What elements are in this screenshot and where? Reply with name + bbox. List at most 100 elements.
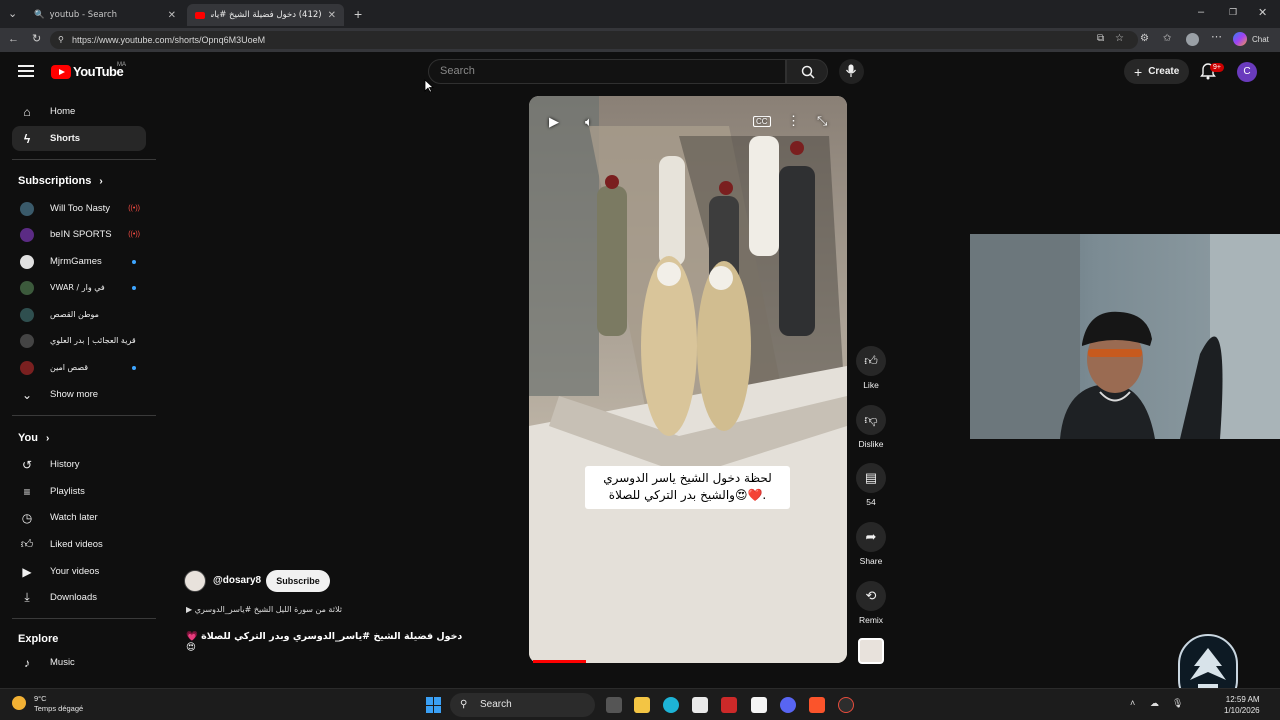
chat-label[interactable]: Chat <box>1252 35 1269 44</box>
sidebar-subscription[interactable]: Will Too Nasty ((•)) <box>12 196 146 221</box>
edge-icon[interactable] <box>663 697 679 713</box>
taskbar-clock[interactable]: 12:59 AM 1/10/2026 <box>1224 694 1260 716</box>
tab-list-chevron-icon[interactable]: ⌄ <box>8 9 17 20</box>
account-avatar[interactable]: C <box>1237 62 1257 82</box>
sound-thumbnail[interactable] <box>858 638 884 664</box>
tray-chevron-icon[interactable]: ˄ <box>1130 698 1135 708</box>
sidebar-item-label: Shorts <box>50 133 81 144</box>
subscriptions-heading[interactable]: Subscriptions › <box>18 175 103 187</box>
task-view-icon[interactable] <box>606 697 622 713</box>
tab-youtube-short[interactable]: (412) دخول فضيلة الشيخ #ياسر_الد ✕ <box>187 4 344 26</box>
search-input[interactable]: Search <box>428 59 786 84</box>
sidebar-subscription[interactable]: VWAR / في وار <box>12 275 146 300</box>
channel-name[interactable]: @dosary8 <box>213 575 261 586</box>
create-button[interactable]: + Create <box>1124 59 1189 84</box>
sidebar-item-shorts[interactable]: ϟ Shorts <box>12 126 146 151</box>
your-videos-icon: ▶ <box>22 564 32 579</box>
play-icon[interactable]: ▶ <box>549 114 559 130</box>
sidebar-item-your-videos[interactable]: ▶ Your videos <box>12 559 146 584</box>
file-explorer-icon[interactable] <box>634 697 650 713</box>
sidebar-item-label: Home <box>50 106 76 117</box>
you-heading[interactable]: You › <box>18 432 49 444</box>
captions-icon[interactable]: CC <box>753 116 771 127</box>
url-field[interactable]: ⚲ https://www.youtube.com/shorts/Opnq6M3… <box>50 31 1138 49</box>
app-install-icon[interactable]: ⧉ <box>1097 34 1104 44</box>
sidebar-subscription[interactable]: قرية العجائب | بدر العلوي <box>12 328 146 353</box>
sidebar-subscription[interactable]: MjrmGames <box>12 249 146 274</box>
history-icon: ↺ <box>21 457 33 472</box>
sidebar-subscription[interactable]: موطن القصص <box>12 302 146 327</box>
extensions-icon[interactable]: ⚙ <box>1140 34 1149 44</box>
weather-widget[interactable]: 9°C Temps dégagé <box>12 694 83 714</box>
back-icon[interactable]: ← <box>8 34 19 45</box>
sidebar-item-liked-videos[interactable]: 👍︎ Liked videos <box>12 532 146 557</box>
favorites-icon[interactable]: ✩ <box>1163 34 1171 44</box>
voice-search-button[interactable] <box>839 59 864 84</box>
subscribe-button[interactable]: Subscribe <box>266 570 330 592</box>
sidebar-item-playlists[interactable]: ≡ Playlists <box>12 479 146 504</box>
recorder-icon[interactable] <box>838 697 854 713</box>
plus-icon: + <box>1134 63 1143 80</box>
show-more-button[interactable]: ⌄ Show more <box>12 382 146 407</box>
video-caption-overlay: لحظة دخول الشيخ ياسر الدوسري والشيخ بدر … <box>585 466 790 509</box>
clock-date: 1/10/2026 <box>1224 706 1260 715</box>
shorts-video-player[interactable]: ▶ 🔈︎ CC ⋮ ⤡ <box>529 96 847 663</box>
like-button[interactable]: 👍︎ Like <box>856 346 886 390</box>
share-button[interactable]: ➦ Share <box>856 522 886 566</box>
minimize-icon[interactable]: – <box>1198 7 1204 18</box>
start-icon[interactable] <box>426 697 442 713</box>
sidebar-subscription[interactable]: beIN SPORTS ((•)) <box>12 222 146 247</box>
sidebar-item-history[interactable]: ↺ History <box>12 452 146 477</box>
sidebar-subscription[interactable]: قصص امين <box>12 355 146 380</box>
reload-icon[interactable]: ↻ <box>32 34 41 45</box>
taskbar-search[interactable]: ⚲ Search <box>450 693 595 717</box>
search-button[interactable] <box>786 59 828 84</box>
youtube-logo[interactable]: YouTube MA <box>51 62 126 79</box>
sidebar-item-label: Playlists <box>50 486 85 497</box>
sidebar-divider <box>12 415 156 416</box>
volume-icon[interactable]: 🔈︎ <box>585 114 593 130</box>
brave-icon[interactable] <box>809 697 825 713</box>
new-tab-icon[interactable]: + <box>354 7 362 21</box>
sound-link[interactable]: ▶ ثلاثة من سورة الليل الشيخ #ياسر_الدوسر… <box>186 605 342 614</box>
country-code: MA <box>117 62 126 68</box>
channel-avatar <box>20 201 34 216</box>
weather-temp: 9°C <box>34 694 47 703</box>
restore-icon[interactable]: ❐ <box>1229 8 1237 17</box>
sidebar-item-home[interactable]: ⌂ Home <box>12 99 146 124</box>
channel-avatar[interactable] <box>184 570 206 592</box>
sidebar-item-music[interactable]: ♪ Music <box>12 650 146 675</box>
profile-icon[interactable] <box>1186 33 1199 46</box>
sidebar-item-label: Liked videos <box>50 539 103 550</box>
notepad-icon[interactable] <box>751 697 767 713</box>
dislike-button[interactable]: 👎︎ Dislike <box>856 405 886 449</box>
store-icon[interactable] <box>692 697 708 713</box>
sidebar-divider <box>12 159 156 160</box>
video-progress-bar[interactable] <box>533 660 586 663</box>
guide-menu-icon[interactable] <box>18 63 36 79</box>
webcam-frame <box>970 234 1280 439</box>
site-info-icon[interactable]: ⚲ <box>58 31 64 49</box>
playlists-icon: ≡ <box>23 484 31 499</box>
bookmark-star-icon[interactable]: ☆ <box>1115 34 1124 44</box>
close-tab-icon[interactable]: ✕ <box>168 10 176 21</box>
network-icon[interactable]: ☁ <box>1150 698 1159 709</box>
mic-tray-icon[interactable]: 🎙︎ <box>1172 698 1183 709</box>
remix-button[interactable]: ⟲ Remix <box>856 581 886 625</box>
copilot-icon[interactable] <box>1233 32 1247 46</box>
close-tab-icon[interactable]: ✕ <box>328 10 336 21</box>
tab-search[interactable]: 🔍 youtub - Search ✕ <box>26 4 184 26</box>
close-window-icon[interactable]: ✕ <box>1258 8 1267 19</box>
comments-button[interactable]: ▤ 54 <box>856 463 886 507</box>
sidebar-item-watch-later[interactable]: ◷ Watch later <box>12 505 146 530</box>
app-icon[interactable] <box>721 697 737 713</box>
chevron-right-icon: › <box>99 175 103 187</box>
subscriptions-title: Subscriptions <box>18 175 92 187</box>
discord-icon[interactable] <box>780 697 796 713</box>
fullscreen-icon[interactable]: ⤡ <box>817 113 827 129</box>
sidebar-item-downloads[interactable]: ⤓ Downloads <box>12 585 146 610</box>
more-menu-icon[interactable]: ⋯ <box>1211 32 1222 43</box>
chevron-right-icon: › <box>45 432 50 444</box>
more-options-icon[interactable]: ⋮ <box>787 113 800 129</box>
chevron-down-icon: ⌄ <box>21 387 33 402</box>
